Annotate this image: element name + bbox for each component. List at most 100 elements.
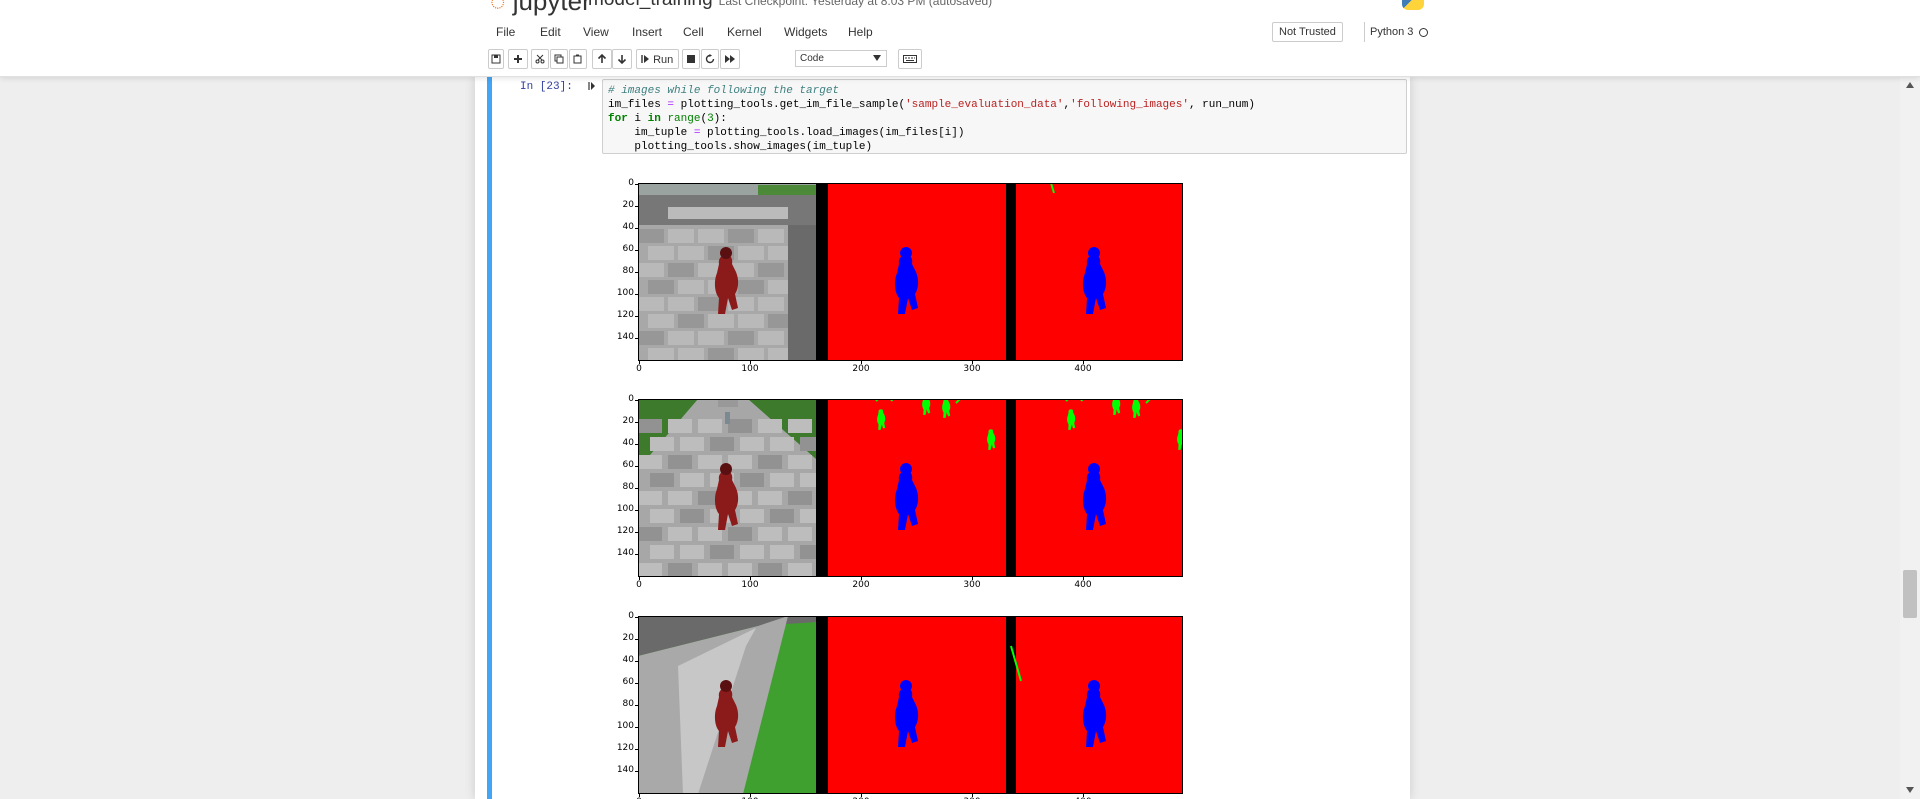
y-tick-mark xyxy=(635,727,638,728)
not-trusted-button[interactable]: Not Trusted xyxy=(1272,22,1343,42)
y-tick-mark xyxy=(635,422,638,423)
code-line-1: # images while following the target xyxy=(608,84,1401,98)
interrupt-button[interactable] xyxy=(682,49,700,69)
y-tick-mark xyxy=(635,749,638,750)
copy-button[interactable] xyxy=(550,49,568,69)
y-tick-label: 140 xyxy=(616,332,634,342)
jupyter-logo[interactable]: ◌ jupyter xyxy=(490,0,591,17)
y-tick-label: 40 xyxy=(622,438,634,448)
x-tick-mark xyxy=(750,794,751,797)
y-tick-label: 20 xyxy=(622,416,634,426)
figure-2: 0 20 40 60 80 100 120 140 0 100 200 300 400 xyxy=(613,394,1183,611)
y-tick-label: 0 xyxy=(628,394,634,404)
code-line-2: im_files = plotting_tools.get_im_file_sa… xyxy=(608,99,1255,111)
paste-button[interactable] xyxy=(569,49,587,69)
x-tick-mark xyxy=(750,577,751,580)
axes-frame xyxy=(638,616,1183,794)
move-down-button[interactable] xyxy=(612,49,632,69)
x-tick-label: 200 xyxy=(852,580,870,590)
axes-frame xyxy=(638,183,1183,361)
code-comment: # images while following the target xyxy=(608,85,840,97)
y-tick-label: 120 xyxy=(616,310,634,320)
y-tick-mark xyxy=(635,488,638,489)
insert-cell-button[interactable] xyxy=(508,49,528,69)
y-tick-mark xyxy=(635,639,638,640)
y-tick-label: 20 xyxy=(622,200,634,210)
y-tick-mark xyxy=(635,617,638,618)
kernel-idle-icon xyxy=(1419,27,1429,37)
restart-run-all-button[interactable] xyxy=(720,49,740,69)
x-tick-label: 0 xyxy=(636,364,642,374)
run-button[interactable]: Run xyxy=(636,49,679,69)
plus-icon xyxy=(514,55,522,63)
x-tick-mark xyxy=(972,577,973,580)
menu-view[interactable]: View xyxy=(575,18,617,46)
move-up-button[interactable] xyxy=(592,49,612,69)
y-tick-mark xyxy=(635,661,638,662)
x-tick-label: 400 xyxy=(1074,580,1092,590)
menu-bar: File Edit View Insert Cell Kernel Widget… xyxy=(484,18,1434,46)
x-tick-mark xyxy=(1083,361,1084,364)
menu-kernel[interactable]: Kernel xyxy=(719,18,770,46)
cut-button[interactable] xyxy=(531,49,549,69)
notebook-name[interactable]: model_training xyxy=(588,0,713,10)
code-editor[interactable]: # images while following the target im_fi… xyxy=(602,79,1407,154)
menu-help[interactable]: Help xyxy=(840,18,881,46)
x-tick-label: 200 xyxy=(852,364,870,374)
y-tick-label: 100 xyxy=(616,721,634,731)
cell-type-select[interactable]: Code xyxy=(795,50,887,67)
save-button[interactable] xyxy=(488,49,504,69)
x-tick-mark xyxy=(1083,577,1084,580)
y-tick-label: 20 xyxy=(622,633,634,643)
x-tick-mark xyxy=(639,577,640,580)
notebook-toolbar: Run Code xyxy=(484,49,1434,71)
y-tick-mark xyxy=(635,272,638,273)
scrollbar-thumb[interactable] xyxy=(1903,570,1917,618)
restart-icon xyxy=(705,54,715,64)
scroll-up-icon[interactable] xyxy=(1906,82,1914,88)
jupyter-logo-icon: ◌ xyxy=(490,0,506,16)
x-tick-label: 300 xyxy=(963,364,981,374)
notebook-title-area: model_training Last Checkpoint: Yesterday… xyxy=(588,0,992,11)
code-line-5: plotting_tools.show_images(im_tuple) xyxy=(608,141,873,153)
x-tick-label: 400 xyxy=(1074,364,1092,374)
chevron-down-icon xyxy=(873,55,881,61)
notebook-container: In [23]: # images while following the ta… xyxy=(475,76,1410,799)
command-palette-button[interactable] xyxy=(898,49,922,69)
fast-forward-icon xyxy=(725,55,735,63)
menu-cell[interactable]: Cell xyxy=(675,18,712,46)
x-tick-mark xyxy=(639,361,640,364)
figure-1: 0 20 40 60 80 100 120 140 0 100 200 300 400 xyxy=(613,178,1183,395)
y-tick-label: 120 xyxy=(616,743,634,753)
cell-type-value: Code xyxy=(800,53,824,64)
scroll-down-icon[interactable] xyxy=(1906,787,1914,793)
restart-button[interactable] xyxy=(701,49,719,69)
x-tick-mark xyxy=(750,361,751,364)
y-tick-mark xyxy=(635,338,638,339)
y-tick-label: 80 xyxy=(622,699,634,709)
input-prompt: In [23]: xyxy=(520,81,573,93)
y-tick-label: 100 xyxy=(616,288,634,298)
y-tick-mark xyxy=(635,316,638,317)
kernel-indicator: Python 3 xyxy=(1364,22,1429,42)
collapse-icon[interactable] xyxy=(588,81,596,91)
menu-insert[interactable]: Insert xyxy=(624,18,670,46)
run-icon xyxy=(641,55,649,63)
y-tick-mark xyxy=(635,771,638,772)
menu-file[interactable]: File xyxy=(488,18,523,46)
x-tick-mark xyxy=(861,361,862,364)
keyboard-icon xyxy=(903,55,917,63)
paste-icon xyxy=(573,54,582,64)
x-tick-mark xyxy=(639,794,640,797)
run-label: Run xyxy=(653,54,674,66)
code-line-4: im_tuple = plotting_tools.load_images(im… xyxy=(608,127,965,139)
menu-edit[interactable]: Edit xyxy=(532,18,569,46)
page-scrollbar[interactable] xyxy=(1900,76,1920,799)
menu-widgets[interactable]: Widgets xyxy=(776,18,835,46)
arrow-up-icon xyxy=(597,54,607,63)
y-tick-mark xyxy=(635,294,638,295)
y-tick-label: 40 xyxy=(622,655,634,665)
logo-text: jupyter xyxy=(512,0,591,16)
y-tick-mark xyxy=(635,510,638,511)
x-tick-label: 0 xyxy=(636,580,642,590)
